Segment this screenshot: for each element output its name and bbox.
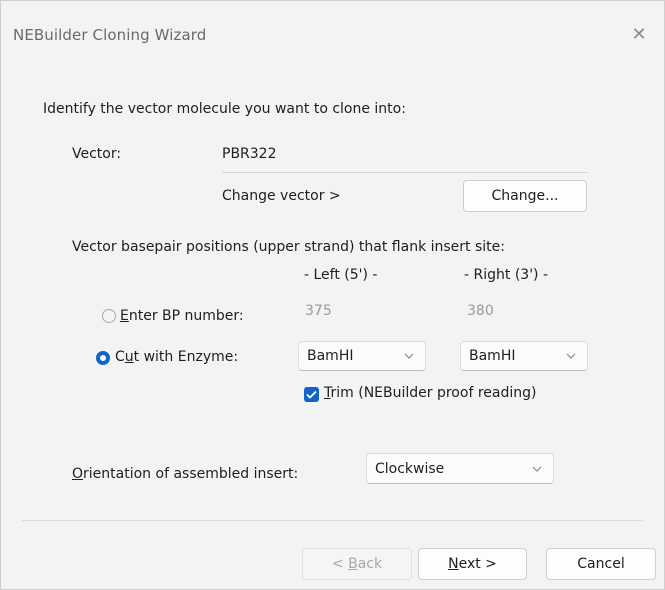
change-button-label: Change... <box>491 188 559 204</box>
next-rest: ext > <box>458 556 497 572</box>
next-access: N <box>448 556 459 572</box>
wizard-window: NEBuilder Cloning Wizard ✕ Identify the … <box>0 0 665 590</box>
orientation-value: Clockwise <box>375 460 445 477</box>
chevron-down-icon <box>566 353 576 359</box>
trim-checkbox[interactable] <box>304 387 319 402</box>
close-button[interactable]: ✕ <box>624 19 654 49</box>
right-enzyme-value: BamHI <box>469 348 516 364</box>
checkmark-icon <box>306 390 317 399</box>
right-header: - Right (3') - <box>464 267 548 283</box>
bp-right-value[interactable]: 380 <box>467 303 494 319</box>
cancel-button-label: Cancel <box>577 556 625 572</box>
vector-label: Vector: <box>72 146 122 162</box>
left-enzyme-select[interactable]: BamHI <box>298 341 426 371</box>
vector-value-underline <box>222 172 588 173</box>
intro-text: Identify the vector molecule you want to… <box>43 101 406 117</box>
flank-heading: Vector basepair positions (upper strand)… <box>72 239 505 255</box>
orientation-label-access: O <box>72 466 84 482</box>
right-enzyme-select[interactable]: BamHI <box>460 341 588 371</box>
back-rest: ack <box>357 556 383 572</box>
title-bar: NEBuilder Cloning Wizard ✕ <box>1 1 664 65</box>
left-enzyme-value: BamHI <box>307 348 354 364</box>
back-access: B <box>348 556 358 572</box>
chevron-down-icon <box>532 466 542 472</box>
bp-label-rest: nter BP number: <box>128 308 244 324</box>
change-vector-text: Change vector > <box>222 188 341 204</box>
back-pre: < <box>331 556 349 572</box>
vector-value: PBR322 <box>222 146 277 162</box>
change-vector-button[interactable]: Change... <box>463 180 587 212</box>
left-header: - Left (5') - <box>304 267 378 283</box>
enzyme-label-access: u <box>124 349 134 365</box>
bp-number-radio[interactable] <box>102 309 116 323</box>
footer-separator <box>22 520 643 521</box>
cut-enzyme-label[interactable]: Cut with Enzyme: <box>115 349 238 365</box>
next-button-label: Next > <box>448 556 497 572</box>
cut-enzyme-radio[interactable] <box>96 351 110 365</box>
cancel-button[interactable]: Cancel <box>546 548 656 580</box>
orientation-label-rest: rientation of assembled insert: <box>83 466 299 482</box>
trim-label-rest: rim (NEBuilder proof reading) <box>330 385 537 401</box>
enzyme-label-rest: t with Enzyme: <box>133 349 239 365</box>
bp-label-access: E <box>120 308 129 324</box>
window-title: NEBuilder Cloning Wizard <box>13 26 207 44</box>
next-button[interactable]: Next > <box>418 548 527 580</box>
bp-left-value[interactable]: 375 <box>305 303 332 319</box>
chevron-down-icon <box>404 353 414 359</box>
close-icon: ✕ <box>631 23 647 45</box>
back-button-label: < Back <box>332 556 382 572</box>
orientation-select[interactable]: Clockwise <box>366 453 554 484</box>
orientation-label: Orientation of assembled insert: <box>72 466 298 482</box>
enzyme-label-pre: C <box>115 349 125 365</box>
back-button[interactable]: < Back <box>302 548 412 580</box>
bp-number-label[interactable]: Enter BP number: <box>120 308 244 324</box>
trim-label[interactable]: Trim (NEBuilder proof reading) <box>324 385 536 401</box>
